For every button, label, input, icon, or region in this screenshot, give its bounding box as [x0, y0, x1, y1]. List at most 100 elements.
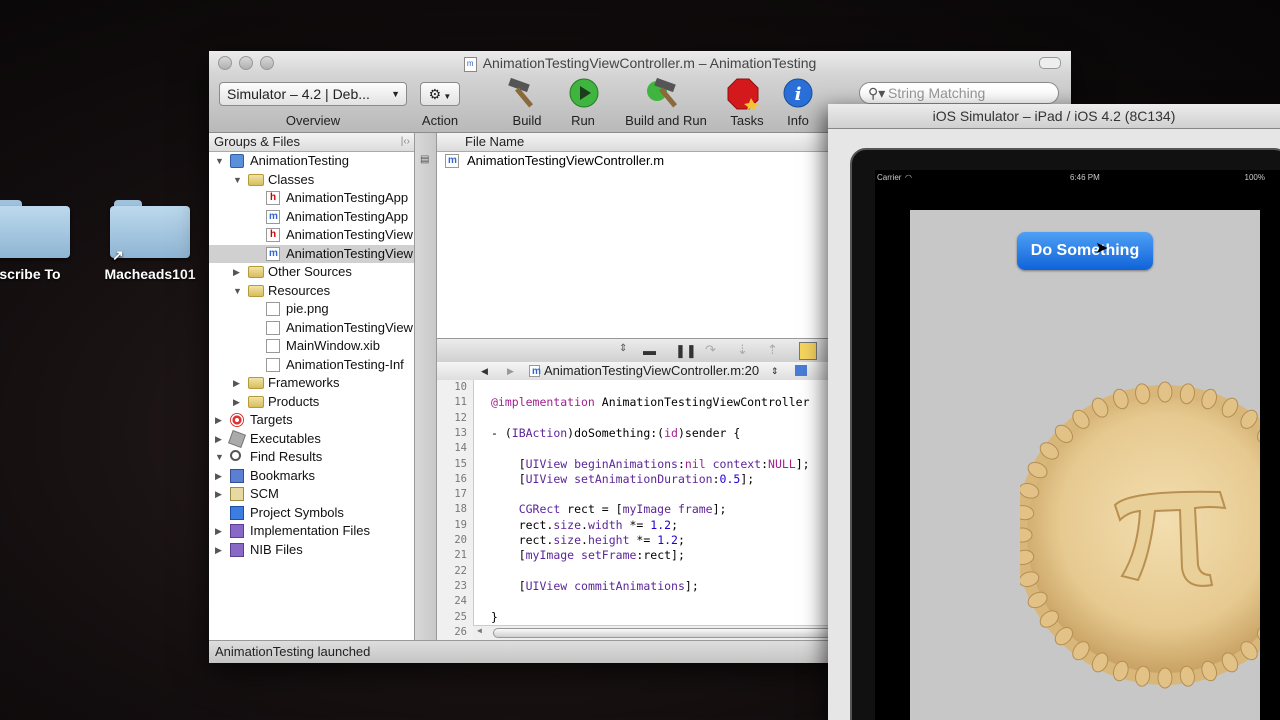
disclosure-collapsed-icon[interactable]: ▶: [233, 393, 240, 411]
scm-icon: [230, 487, 244, 501]
clock-label: 6:46 PM: [1070, 173, 1100, 182]
line-number: 14: [454, 442, 467, 455]
disclosure-expanded-icon[interactable]: ▼: [233, 171, 242, 189]
sidebar-file-row[interactable]: AnimationTestingApp: [209, 208, 414, 227]
overview-popup[interactable]: Simulator – 4.2 | Deb... ▼: [219, 82, 407, 106]
action-popup[interactable]: ⚙ ▼: [420, 82, 460, 106]
scroll-thumb[interactable]: [493, 628, 833, 638]
gear-icon: ⚙: [428, 86, 442, 102]
disclosure-collapsed-icon[interactable]: ▶: [233, 374, 240, 392]
code-text: rect.size.height *= 1.2;: [491, 533, 685, 547]
pause-icon[interactable]: ❚❚: [675, 343, 697, 359]
sidebar-file-row[interactable]: AnimationTestingApp: [209, 189, 414, 208]
sidebar-smart-group-row[interactable]: ▶ NIB Files: [209, 541, 414, 560]
back-arrow-icon[interactable]: ◀: [481, 362, 488, 380]
sidebar-group-row[interactable]: ▼ Resources: [209, 282, 414, 301]
pane-splitter[interactable]: ▤: [415, 133, 437, 640]
code-text: }: [491, 609, 498, 624]
sidebar-group-row[interactable]: ▶ Products: [209, 393, 414, 412]
app-view: Do Something ➤: [910, 210, 1260, 720]
implementation-file-icon: [266, 246, 280, 261]
sidebar-smart-group-row[interactable]: ▶ Targets: [209, 411, 414, 430]
folder-icon: [248, 266, 264, 278]
file-row[interactable]: AnimationTestingViewController.m: [437, 152, 837, 171]
list-options-icon[interactable]: ▤: [420, 154, 429, 165]
popup-stepper-icon[interactable]: ⇕: [771, 362, 779, 380]
file-list-rows: AnimationTestingViewController.m: [437, 152, 837, 337]
sidebar-header: Groups & Files |‹›: [209, 133, 414, 152]
forward-arrow-icon[interactable]: ▶: [507, 362, 514, 380]
search-input[interactable]: ⚲▾ String Matching: [859, 82, 1059, 104]
file-name: AnimationTestingViewController.m: [467, 153, 665, 168]
smart-group-icon: [230, 542, 244, 557]
close-button[interactable]: [218, 56, 232, 70]
document-icon: m: [463, 56, 477, 72]
zoom-button[interactable]: [260, 56, 274, 70]
pie-crimp: [1157, 667, 1173, 689]
disclosure-collapsed-icon[interactable]: ▶: [215, 485, 222, 503]
code-text: [UIView beginAnimations:nil context:NULL…: [491, 456, 810, 471]
minimize-button[interactable]: [239, 56, 253, 70]
step-over-icon[interactable]: ↷: [705, 342, 716, 358]
popup-arrow-icon: ▼: [441, 92, 452, 101]
scroll-left-icon[interactable]: ◀: [477, 626, 482, 635]
disclosure-collapsed-icon[interactable]: ▶: [233, 263, 240, 281]
step-out-icon[interactable]: ⇡: [767, 342, 778, 358]
file-popup[interactable]: AnimationTestingViewController.m:20: [544, 362, 759, 380]
breakpoint-icon[interactable]: ▬: [643, 343, 656, 358]
disclosure-expanded-icon[interactable]: ▼: [215, 448, 224, 466]
file-list-header: File Name: [437, 133, 837, 152]
toolbar-toggle-button[interactable]: [1039, 57, 1061, 69]
popup-arrow-icon: ▼: [391, 89, 400, 99]
disclosure-collapsed-icon[interactable]: ▶: [215, 541, 222, 559]
sidebar-smart-group-row[interactable]: ▼ Find Results: [209, 448, 414, 467]
disclosure-collapsed-icon[interactable]: ▶: [215, 467, 222, 485]
sidebar-item-label: Resources: [268, 282, 331, 298]
disclosure-expanded-icon[interactable]: ▼: [233, 282, 242, 300]
desktop-folder-subscribe[interactable]: scribe To: [0, 200, 80, 282]
disclosure-collapsed-icon[interactable]: ▶: [215, 522, 222, 540]
sidebar-smart-group-row[interactable]: ▶ Executables: [209, 429, 414, 449]
line-number: 23: [454, 579, 467, 592]
stepper-icon[interactable]: ⇕: [619, 343, 627, 354]
code-text: @implementation AnimationTestingViewCont…: [491, 395, 810, 410]
sidebar-project-row[interactable]: ▼ AnimationTesting: [209, 152, 414, 171]
sidebar-group-row[interactable]: ▼ Classes: [209, 171, 414, 190]
info-icon: i: [783, 78, 813, 108]
sidebar-smart-group-row[interactable]: ▶ Implementation Files: [209, 522, 414, 541]
file-row-empty: [437, 319, 837, 338]
sidebar-file-row[interactable]: AnimationTestingView: [209, 319, 414, 338]
editor-navigation-bar: ◀ ▶ AnimationTestingViewController.m:20 …: [437, 362, 837, 381]
do-something-button[interactable]: Do Something: [1017, 232, 1153, 270]
sidebar-file-row[interactable]: AnimationTestingView: [209, 244, 414, 263]
sidebar-group-row[interactable]: ▶ Frameworks: [209, 374, 414, 393]
line-number: 13: [454, 426, 467, 439]
code-text: CGRect rect = [myImage frame];: [518, 502, 727, 517]
horizontal-scrollbar[interactable]: ◀: [473, 625, 837, 640]
ipad-screen: Carrier ◠ 6:46 PM 100% Do Something ➤: [875, 170, 1280, 720]
sidebar-smart-group-row[interactable]: Project Symbols: [209, 504, 414, 523]
disclosure-collapsed-icon[interactable]: ▶: [215, 411, 222, 429]
sidebar-file-row[interactable]: pie.png: [209, 300, 414, 319]
desktop-folder-macheads101[interactable]: ↗ Macheads101: [100, 200, 200, 282]
line-number: 12: [454, 411, 467, 424]
sidebar-item-label: Other Sources: [268, 264, 352, 279]
file-type-icon[interactable]: [795, 365, 807, 376]
sidebar-item-label: pie.png: [286, 301, 329, 316]
sidebar-group-row[interactable]: ▶ Other Sources: [209, 263, 414, 282]
sidebar-file-row[interactable]: MainWindow.xib: [209, 337, 414, 356]
sidebar-file-row[interactable]: AnimationTesting-Inf: [209, 356, 414, 375]
sidebar-file-row[interactable]: AnimationTestingView: [209, 226, 414, 245]
sidebar-smart-group-row[interactable]: ▶ Bookmarks: [209, 467, 414, 486]
column-resize-icon[interactable]: |‹›: [401, 133, 410, 151]
disclosure-collapsed-icon[interactable]: ▶: [215, 430, 222, 448]
window-title: AnimationTestingViewController.m – Anima…: [482, 55, 817, 71]
sidebar-item-label: NIB Files: [250, 541, 303, 557]
ios-simulator-window: iOS Simulator – iPad / iOS 4.2 (8C134) C…: [828, 104, 1280, 720]
debugger-icon[interactable]: [799, 342, 817, 360]
code-editor[interactable]: 10 11 @implementation AnimationTestingView…: [437, 380, 837, 640]
step-into-icon[interactable]: ⇣: [737, 342, 748, 358]
target-icon: [230, 413, 244, 427]
disclosure-expanded-icon[interactable]: ▼: [215, 152, 224, 170]
sidebar-smart-group-row[interactable]: ▶ SCM: [209, 485, 414, 504]
